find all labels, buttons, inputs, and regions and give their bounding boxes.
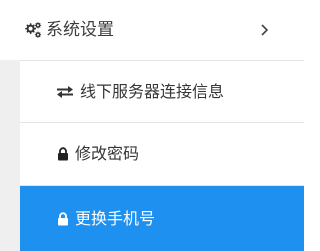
chevron-right-icon (258, 22, 270, 38)
menu-header-system-settings[interactable]: 系统设置 (0, 0, 304, 60)
settings-menu: 系统设置 线下服务器连接信息 修改密码 更换手机号 (0, 0, 304, 251)
exchange-arrows-icon (56, 85, 74, 99)
submenu-item-label: 更换手机号 (75, 208, 156, 228)
submenu-item-change-phone-number[interactable]: 更换手机号 (20, 186, 304, 251)
submenu-item-change-password[interactable]: 修改密码 (20, 123, 304, 186)
submenu-item-label: 线下服务器连接信息 (80, 81, 225, 101)
system-settings-submenu: 线下服务器连接信息 修改密码 更换手机号 (0, 60, 304, 251)
gear-icon (23, 21, 43, 39)
menu-header-label: 系统设置 (46, 20, 114, 40)
lock-icon (56, 211, 70, 226)
submenu-item-offline-server-connection[interactable]: 线下服务器连接信息 (20, 60, 304, 123)
submenu-item-label: 修改密码 (75, 144, 140, 163)
lock-icon (56, 147, 70, 161)
